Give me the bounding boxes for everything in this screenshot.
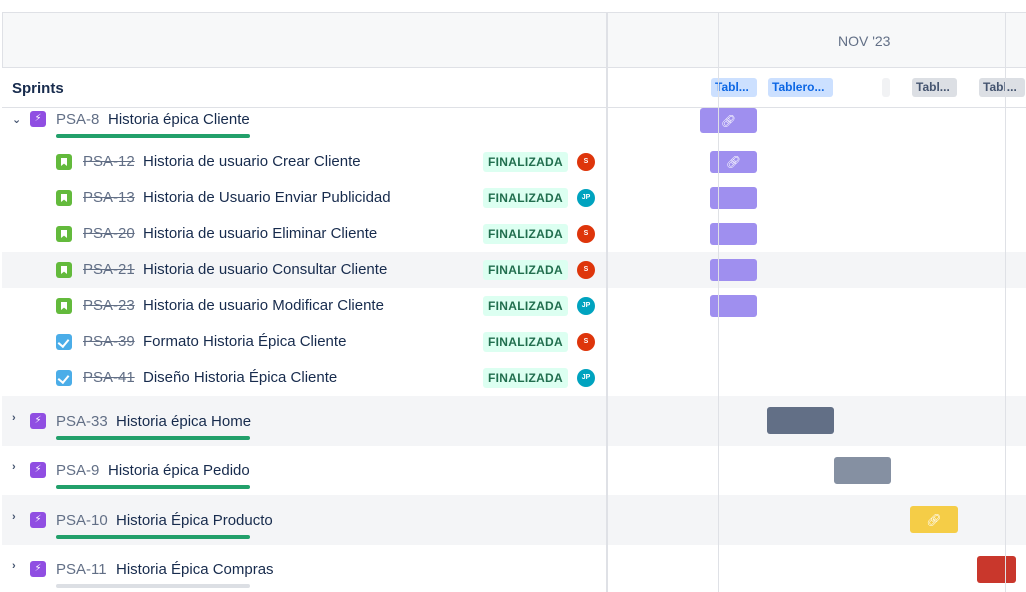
issue-key[interactable]: PSA-39 <box>83 333 135 350</box>
issue-title[interactable]: Historia épica Home <box>116 413 251 430</box>
epic-row-psa-8[interactable]: ⌄ ⚡ PSA-8 Historia épica Cliente <box>2 108 607 144</box>
status-badge[interactable]: FINALIZADA <box>483 332 568 352</box>
bookmark-icon <box>56 226 72 242</box>
chevron-right-icon[interactable]: › <box>12 412 16 424</box>
avatar[interactable]: S <box>577 225 595 243</box>
timeline-row-highlight <box>608 252 1026 288</box>
issue-key[interactable]: PSA-13 <box>83 189 135 206</box>
today-gridline <box>718 12 719 592</box>
child-row[interactable]: PSA-21 Historia de usuario Consultar Cli… <box>2 252 607 288</box>
sprints-row[interactable]: Sprints <box>2 67 607 108</box>
child-row[interactable]: PSA-39 Formato Historia Épica Cliente FI… <box>2 324 607 360</box>
progress-bar <box>56 436 250 440</box>
issue-rows: ⌄ ⚡ PSA-8 Historia épica Cliente PSA-12 … <box>0 108 607 592</box>
avatar[interactable]: S <box>577 333 595 351</box>
lightning-icon: ⚡ <box>30 512 46 528</box>
issue-key[interactable]: PSA-33 <box>56 413 108 430</box>
lightning-icon: ⚡ <box>30 561 46 577</box>
timeline-rows: 🔗︎ 🔗︎ 🔗︎ <box>608 108 1026 592</box>
child-row[interactable]: PSA-13 Historia de Usuario Enviar Public… <box>2 180 607 216</box>
issue-title[interactable]: Historia de usuario Eliminar Cliente <box>143 225 377 242</box>
bookmark-icon <box>56 298 72 314</box>
chevron-right-icon[interactable]: › <box>12 560 16 572</box>
status-badge[interactable]: FINALIZADA <box>483 188 568 208</box>
progress-bar <box>56 535 250 539</box>
progress-bar <box>56 134 250 138</box>
checkbox-icon <box>56 334 72 350</box>
child-row[interactable]: PSA-41 Diseño Historia Épica Cliente FIN… <box>2 360 607 396</box>
avatar[interactable]: JP <box>577 189 595 207</box>
sprint-chip[interactable]: Tablero... <box>768 78 833 97</box>
issue-title[interactable]: Formato Historia Épica Cliente <box>143 333 346 350</box>
status-badge[interactable]: FINALIZADA <box>483 152 568 172</box>
bookmark-icon <box>56 154 72 170</box>
issue-key[interactable]: PSA-20 <box>83 225 135 242</box>
sprint-chip[interactable]: Tabl... <box>979 78 1025 97</box>
avatar[interactable]: S <box>577 261 595 279</box>
epic-bar-psa-8[interactable]: 🔗︎ <box>700 108 757 133</box>
epic-bar-psa-10[interactable]: 🔗︎ <box>910 506 958 533</box>
month-label: NOV '23 <box>838 33 891 49</box>
sprints-label: Sprints <box>12 80 64 97</box>
chevron-right-icon[interactable]: › <box>12 511 16 523</box>
timeline-row <box>608 495 1026 545</box>
timeline-view: Sprints ⌄ ⚡ PSA-8 Historia épica Cliente… <box>0 0 1026 592</box>
sprint-chip[interactable] <box>882 78 890 97</box>
issue-key[interactable]: PSA-8 <box>56 111 99 128</box>
avatar[interactable]: S <box>577 153 595 171</box>
avatar[interactable]: JP <box>577 297 595 315</box>
child-row[interactable]: PSA-23 Historia de usuario Modificar Cli… <box>2 288 607 324</box>
issue-key[interactable]: PSA-11 <box>56 561 107 578</box>
child-row[interactable]: PSA-20 Historia de usuario Eliminar Clie… <box>2 216 607 252</box>
issue-list-panel: Sprints ⌄ ⚡ PSA-8 Historia épica Cliente… <box>0 0 607 592</box>
epic-row-psa-11[interactable]: › ⚡ PSA-11 Historia Épica Compras <box>2 545 607 592</box>
issue-key[interactable]: PSA-21 <box>83 261 135 278</box>
progress-bar <box>56 485 250 489</box>
child-row[interactable]: PSA-12 Historia de usuario Crear Cliente… <box>2 144 607 180</box>
bookmark-icon <box>56 262 72 278</box>
month-header: NOV '23 <box>608 12 1026 67</box>
issue-title[interactable]: Historia épica Pedido <box>108 462 250 479</box>
issue-key[interactable]: PSA-10 <box>56 512 108 529</box>
issue-title[interactable]: Historia de usuario Crear Cliente <box>143 153 361 170</box>
month-gridline <box>1005 12 1006 592</box>
issue-title[interactable]: Historia de usuario Consultar Cliente <box>143 261 387 278</box>
status-badge[interactable]: FINALIZADA <box>483 260 568 280</box>
epic-bar-psa-9[interactable] <box>834 457 891 484</box>
issue-title[interactable]: Diseño Historia Épica Cliente <box>143 369 337 386</box>
link-icon: 🔗︎ <box>926 512 942 527</box>
lightning-icon: ⚡ <box>30 111 46 127</box>
status-badge[interactable]: FINALIZADA <box>483 224 568 244</box>
issue-title[interactable]: Historia épica Cliente <box>108 111 250 128</box>
issue-title[interactable]: Historia Épica Compras <box>116 561 274 578</box>
progress-bar <box>56 584 250 588</box>
epic-row-psa-9[interactable]: › ⚡ PSA-9 Historia épica Pedido <box>2 446 607 495</box>
lightning-icon: ⚡ <box>30 462 46 478</box>
chevron-right-icon[interactable]: › <box>12 461 16 473</box>
issue-key[interactable]: PSA-12 <box>83 153 135 170</box>
sprint-chip[interactable]: Tabl... <box>912 78 957 97</box>
bookmark-icon <box>56 190 72 206</box>
epic-bar-psa-11[interactable] <box>977 556 1016 583</box>
issue-key[interactable]: PSA-23 <box>83 297 135 314</box>
status-badge[interactable]: FINALIZADA <box>483 296 568 316</box>
epic-row-psa-33[interactable]: › ⚡ PSA-33 Historia épica Home <box>2 396 607 446</box>
chevron-down-icon[interactable]: ⌄ <box>12 113 21 126</box>
issue-key[interactable]: PSA-41 <box>83 369 135 386</box>
epic-bar-psa-33[interactable] <box>767 407 834 434</box>
issue-title[interactable]: Historia de usuario Modificar Cliente <box>143 297 384 314</box>
issue-key[interactable]: PSA-9 <box>56 462 99 479</box>
lightning-icon: ⚡ <box>30 413 46 429</box>
issue-title[interactable]: Historia de Usuario Enviar Publicidad <box>143 189 391 206</box>
sprint-chip-row: Tabl... Tablero... Tabl... Tabl... <box>608 67 1026 108</box>
checkbox-icon <box>56 370 72 386</box>
timeline-panel: NOV '23 Tabl... Tablero... Tabl... Tabl.… <box>608 0 1026 592</box>
list-header <box>2 12 607 67</box>
avatar[interactable]: JP <box>577 369 595 387</box>
epic-row-psa-10[interactable]: › ⚡ PSA-10 Historia Épica Producto <box>2 495 607 545</box>
link-icon: 🔗︎ <box>720 113 737 128</box>
status-badge[interactable]: FINALIZADA <box>483 368 568 388</box>
issue-title[interactable]: Historia Épica Producto <box>116 512 273 529</box>
